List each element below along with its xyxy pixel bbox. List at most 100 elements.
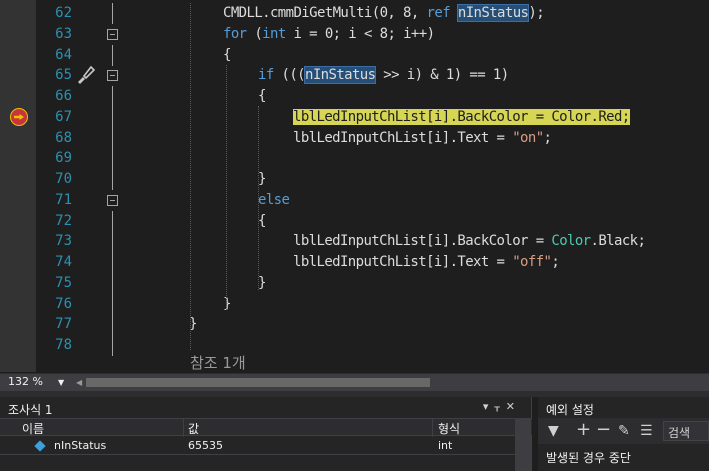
- code-line[interactable]: 66 {: [0, 86, 709, 107]
- code-line[interactable]: 62 CMDLL.cmmDiGetMulti(0, 8, ref nInStatu…: [0, 3, 709, 24]
- code-text[interactable]: }: [258, 169, 266, 190]
- fold-guide: [112, 252, 113, 273]
- current-statement-breakpoint-icon[interactable]: [10, 108, 28, 126]
- fold-guide: [112, 272, 113, 294]
- collapse-icon[interactable]: [107, 28, 118, 40]
- fold-guide: [112, 148, 113, 170]
- indent-guide: [226, 65, 227, 310]
- scroll-left-icon[interactable]: ◀: [76, 378, 82, 387]
- code-line[interactable]: 64 {: [0, 44, 709, 66]
- exception-settings-panel: 예외 설정 ▼ + − ✎ ☰ 검색 발생된 경우 중단: [538, 397, 709, 471]
- code-text[interactable]: {: [258, 86, 266, 107]
- fold-guide: [112, 86, 113, 107]
- code-line[interactable]: 75}: [0, 272, 709, 294]
- line-number: 67: [55, 108, 72, 125]
- column-value[interactable]: 값: [188, 420, 199, 437]
- fold-guide: [112, 210, 113, 232]
- line-number: 76: [55, 295, 72, 312]
- code-text[interactable]: lblLedInputChList[i].BackColor = Color.B…: [293, 231, 646, 252]
- indent-guide: [258, 106, 259, 290]
- code-line[interactable]: 71 else: [0, 190, 709, 211]
- exception-toolbar: ▼ + − ✎ ☰ 검색: [538, 418, 709, 444]
- line-number: 66: [55, 88, 72, 104]
- edit-icon[interactable]: ✎: [618, 423, 630, 439]
- code-line[interactable]: 67 lblLedInputChList[i].BackColor = Color…: [0, 106, 709, 128]
- column-name[interactable]: 이름: [22, 420, 44, 437]
- code-line[interactable]: 76}: [0, 293, 709, 315]
- code-line[interactable]: 73 lblLedInputChList[i].BackColor = Color…: [0, 231, 709, 253]
- variable-icon: [34, 440, 46, 452]
- watch-column-header: 이름 값 형식: [0, 418, 532, 437]
- line-number: 74: [55, 254, 72, 270]
- code-line[interactable]: 72 {: [0, 210, 709, 232]
- line-number: 68: [55, 129, 72, 146]
- code-line[interactable]: 68 lblLedInputChList[i].Text = "on";: [0, 127, 709, 149]
- code-text[interactable]: lblLedInputChList[i].Text = "off";: [293, 252, 560, 273]
- code-line[interactable]: 69: [0, 148, 709, 170]
- code-editor[interactable]: 62 CMDLL.cmmDiGetMulti(0, 8, ref nInStatu…: [0, 0, 709, 372]
- code-line[interactable]: 70}: [0, 169, 709, 190]
- list-item[interactable]: 발생된 경우 중단: [546, 449, 631, 466]
- quick-actions-brush-icon[interactable]: [74, 64, 96, 86]
- watch-value[interactable]: 65535: [188, 439, 223, 452]
- fold-guide: [112, 314, 113, 336]
- code-text[interactable]: lblLedInputChList[i].BackColor = Color.R…: [293, 107, 630, 128]
- fold-guide: [112, 169, 113, 190]
- collapse-icon[interactable]: [107, 194, 118, 206]
- line-number: 75: [55, 274, 72, 291]
- indent-guide: [190, 3, 191, 350]
- code-text[interactable]: if (((nInStatus >> i) & 1) == 1): [258, 65, 509, 86]
- code-text[interactable]: }: [258, 273, 266, 294]
- vertical-scrollbar[interactable]: [515, 418, 531, 471]
- dropdown-icon[interactable]: ▾: [483, 400, 495, 413]
- code-text[interactable]: else: [258, 190, 290, 211]
- fold-guide: [112, 106, 113, 128]
- editor-status-bar: 132 % ▼ ◀: [0, 373, 709, 391]
- search-placeholder: 검색: [668, 426, 691, 440]
- filter-icon[interactable]: ▼: [548, 423, 559, 439]
- code-text[interactable]: CMDLL.cmmDiGetMulti(0, 8, ref nInStatus)…: [223, 3, 545, 24]
- chevron-down-icon[interactable]: ▼: [58, 378, 64, 387]
- close-icon[interactable]: ✕: [506, 400, 521, 413]
- line-number: 78: [55, 337, 72, 353]
- add-icon[interactable]: +: [576, 419, 591, 440]
- fold-guide: [112, 127, 113, 149]
- code-line[interactable]: 78: [0, 335, 709, 356]
- line-number: 69: [55, 150, 72, 167]
- watch-type: int: [438, 439, 453, 452]
- line-number: 77: [55, 316, 72, 333]
- line-number: 72: [55, 212, 72, 229]
- watch-panel-title[interactable]: 조사식 1: [8, 401, 53, 418]
- line-number: 64: [55, 46, 72, 63]
- code-text[interactable]: lblLedInputChList[i].Text = "on";: [293, 128, 552, 149]
- horizontal-scrollbar-thumb[interactable]: [86, 378, 430, 387]
- code-line[interactable]: 74 lblLedInputChList[i].Text = "off";: [0, 252, 709, 273]
- code-line[interactable]: 65 if (((nInStatus >> i) & 1) == 1): [0, 65, 709, 86]
- line-number: 62: [55, 5, 72, 21]
- search-input[interactable]: 검색: [663, 421, 709, 441]
- code-text[interactable]: {: [258, 211, 266, 232]
- line-number: 73: [55, 233, 72, 250]
- code-text[interactable]: for (int i = 0; i < 8; i++): [223, 24, 435, 45]
- fold-guide: [112, 293, 113, 315]
- code-line[interactable]: 63 for (int i = 0; i < 8; i++): [0, 24, 709, 45]
- table-row[interactable]: nInStatus 65535 int: [0, 437, 532, 455]
- reference-count-lens[interactable]: 참조 1개: [190, 352, 246, 372]
- remove-icon[interactable]: −: [596, 419, 611, 440]
- watch-name[interactable]: nInStatus: [54, 439, 106, 452]
- line-number: 65: [55, 67, 72, 84]
- column-type[interactable]: 형식: [438, 420, 460, 437]
- code-line[interactable]: 77}: [0, 314, 709, 336]
- fold-guide: [112, 3, 113, 24]
- line-number: 70: [55, 171, 72, 187]
- pin-icon[interactable]: ᚁ: [494, 400, 505, 413]
- fold-guide: [112, 231, 113, 253]
- code-text[interactable]: {: [223, 45, 231, 66]
- zoom-level[interactable]: 132 %: [8, 375, 43, 388]
- line-number: 71: [55, 191, 72, 208]
- watch-panel-controls[interactable]: ▾ᚁ✕: [483, 400, 521, 413]
- collapse-icon[interactable]: [107, 70, 118, 82]
- list-icon[interactable]: ☰: [640, 423, 653, 439]
- watch-panel: 조사식 1 ▾ᚁ✕ 이름 값 형식 nInStatus 65535 int: [0, 397, 532, 471]
- exception-panel-title[interactable]: 예외 설정: [546, 401, 594, 418]
